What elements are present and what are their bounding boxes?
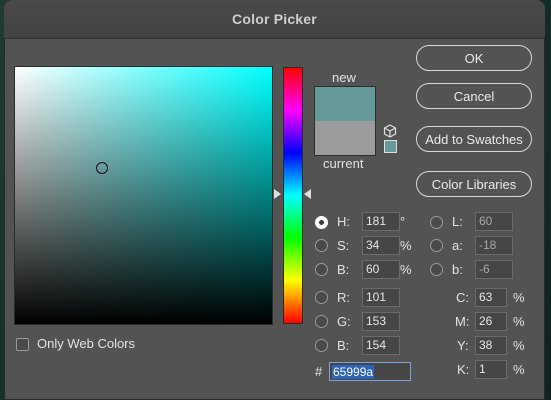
magenta-unit: % [513,314,525,329]
a-channel-radio[interactable] [430,239,443,252]
b-channel-radio[interactable] [430,263,443,276]
lightness-radio[interactable] [430,216,443,229]
new-color-swatch [315,87,375,121]
black-unit: % [513,362,525,377]
current-color-swatch[interactable] [315,121,375,155]
magenta-input[interactable]: 26 [475,312,507,331]
hue-slider[interactable] [283,67,303,324]
red-radio[interactable] [315,291,328,304]
new-label: new [332,70,356,85]
green-input[interactable]: 153 [362,312,400,331]
yellow-unit: % [513,338,525,353]
color-preview [314,86,376,156]
hex-label: # [315,364,323,379]
a-channel-label: a: [452,238,463,253]
only-web-colors-label[interactable]: Only Web Colors [37,336,135,351]
a-channel-input[interactable]: -18 [475,236,513,255]
hue-input[interactable]: 181 [362,212,400,231]
brightness-label: B: [337,262,350,277]
hex-input[interactable]: 65999a [329,362,411,381]
hue-label: H: [337,214,350,229]
brightness-radio[interactable] [315,263,328,276]
cyan-input[interactable]: 63 [475,288,507,307]
magenta-label: M: [455,314,470,329]
lightness-input[interactable]: 60 [475,212,513,231]
hex-value: 65999a [332,365,375,379]
black-input[interactable]: 1 [475,360,507,379]
add-to-swatches-button[interactable]: Add to Swatches [416,126,532,152]
brightness-input[interactable]: 60 [362,260,400,279]
saturation-brightness-field[interactable] [14,66,273,325]
lightness-label: L: [452,214,463,229]
cancel-button[interactable]: Cancel [416,83,532,109]
color-libraries-button[interactable]: Color Libraries [416,171,532,197]
hue-radio[interactable] [315,216,328,229]
color-picker-cursor[interactable] [96,162,108,174]
yellow-input[interactable]: 38 [475,336,507,355]
yellow-label: Y: [457,338,469,353]
title-bar: Color Picker [4,0,545,39]
saturation-radio[interactable] [315,239,328,252]
cyan-label: C: [456,290,469,305]
window-title: Color Picker [232,11,317,27]
only-web-colors-checkbox[interactable] [16,338,29,351]
hue-slider-left-arrow-icon[interactable] [274,189,281,199]
blue-radio[interactable] [315,339,328,352]
saturation-label: S: [337,238,350,253]
brightness-unit: % [400,262,412,277]
hue-slider-right-arrow-icon[interactable] [304,189,311,199]
blue-label: B: [337,338,350,353]
current-label: current [323,156,364,171]
web-safe-swatch[interactable] [384,140,397,153]
black-label: K: [457,362,470,377]
blue-input[interactable]: 154 [362,336,400,355]
saturation-input[interactable]: 34 [362,236,400,255]
green-radio[interactable] [315,315,328,328]
ok-button[interactable]: OK [416,45,532,71]
saturation-unit: % [400,238,412,253]
cyan-unit: % [513,290,525,305]
red-label: R: [337,290,350,305]
hue-unit: ° [400,214,406,229]
b-channel-input[interactable]: -6 [475,260,513,279]
cube-icon[interactable] [383,124,397,138]
red-input[interactable]: 101 [362,288,400,307]
b-channel-label: b: [452,262,463,277]
green-label: G: [337,314,351,329]
